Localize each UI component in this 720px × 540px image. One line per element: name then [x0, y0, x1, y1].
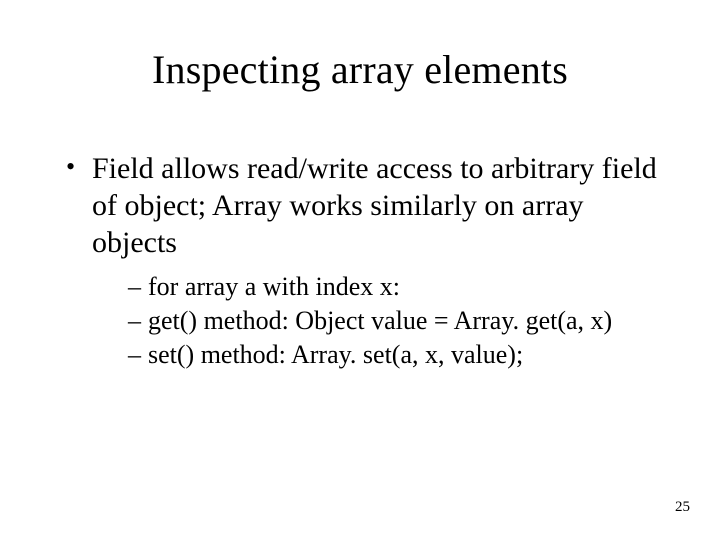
slide-body: Field allows read/write access to arbitr… [64, 150, 664, 387]
bullet-item: Field allows read/write access to arbitr… [64, 150, 664, 373]
slide-title: Inspecting array elements [0, 46, 720, 93]
sub-item: for array a with index x: [128, 270, 664, 304]
bullet-list: Field allows read/write access to arbitr… [64, 150, 664, 373]
sub-list: for array a with index x: get() method: … [92, 270, 664, 373]
bullet-text: Field allows read/write access to arbitr… [92, 152, 657, 259]
page-number: 25 [675, 499, 690, 516]
slide: Inspecting array elements Field allows r… [0, 0, 720, 540]
sub-item: get() method: Object value = Array. get(… [128, 304, 664, 338]
sub-item: set() method: Array. set(a, x, value); [128, 338, 664, 372]
